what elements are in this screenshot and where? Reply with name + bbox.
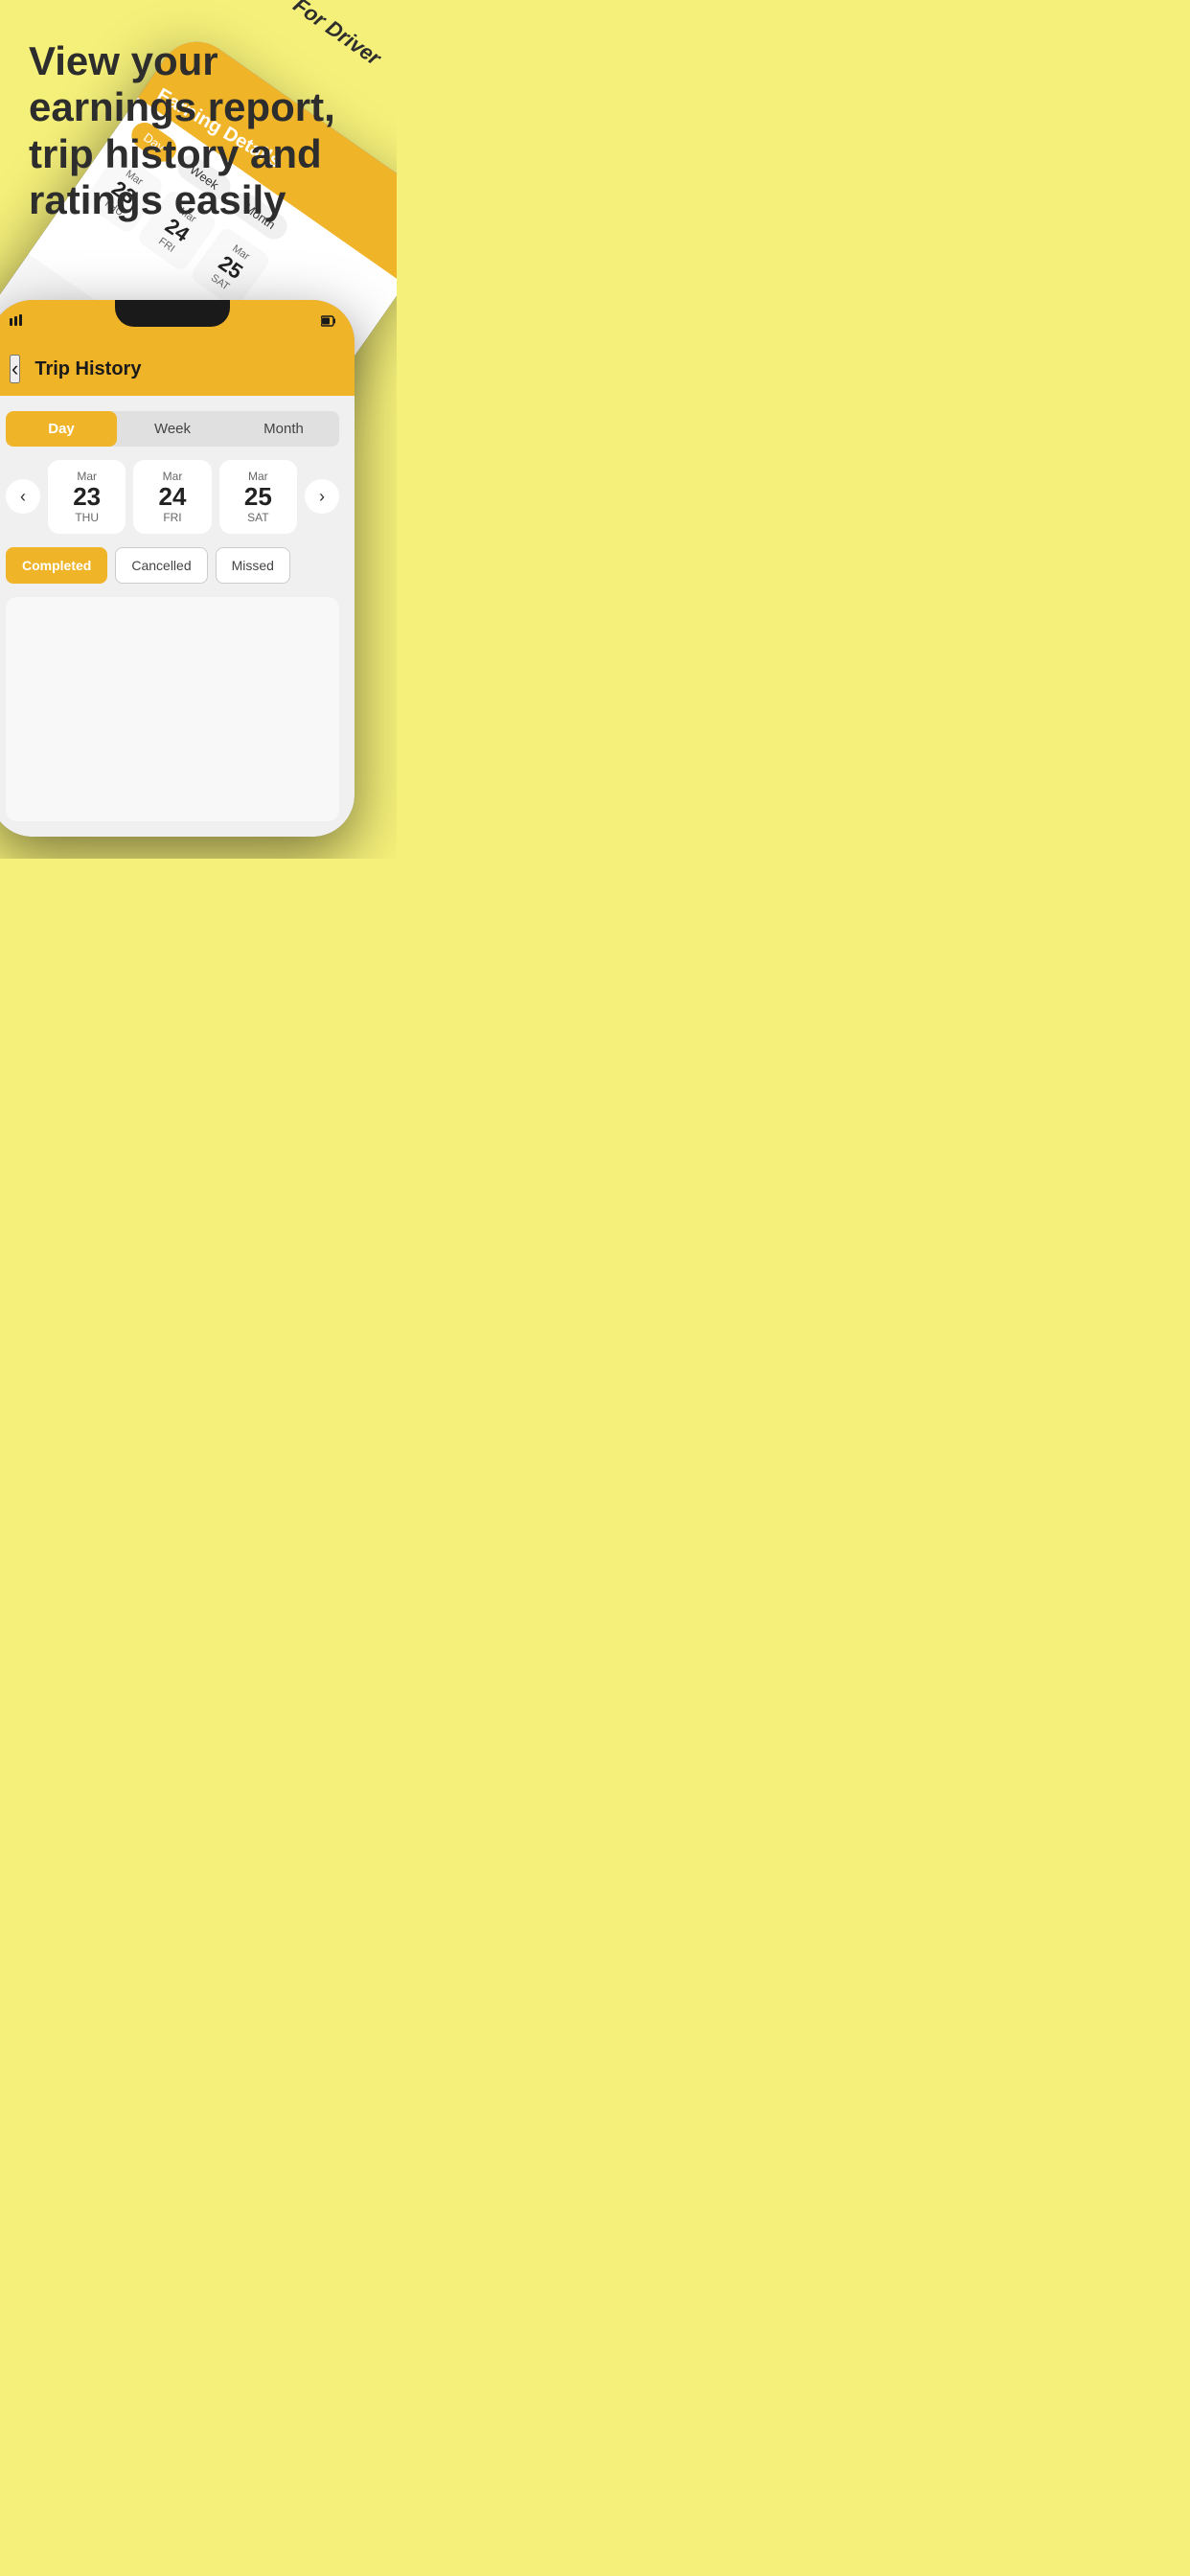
completed-tab[interactable]: Completed xyxy=(6,547,107,584)
status-tabs: Completed Cancelled Missed xyxy=(6,547,339,584)
battery-status-icon xyxy=(321,315,335,327)
prev-date-btn[interactable]: ‹ xyxy=(6,479,40,514)
period-filter: Day Week Month xyxy=(6,411,339,447)
date-card-fri[interactable]: Mar 24 FRI xyxy=(133,460,211,534)
date-cards: Mar 23 THU Mar 24 FRI Mar 25 xyxy=(48,460,297,534)
cancelled-tab[interactable]: Cancelled xyxy=(115,547,207,584)
front-phone-inner: 9:41 ‹ Trip History xyxy=(0,300,355,837)
missed-tab[interactable]: Missed xyxy=(216,547,290,584)
date-label-2: SAT xyxy=(235,511,282,524)
period-day-btn[interactable]: Day xyxy=(6,411,117,447)
date-label-0: THU xyxy=(63,511,110,524)
phone-notch xyxy=(115,300,230,327)
status-time xyxy=(10,314,67,329)
trips-list-area xyxy=(6,597,339,821)
date-card-sat[interactable]: Mar 25 SAT xyxy=(219,460,297,534)
period-month-btn[interactable]: Month xyxy=(228,411,339,447)
period-week-btn[interactable]: Week xyxy=(117,411,228,447)
date-month-0: Mar xyxy=(63,470,110,483)
date-day-0: 23 xyxy=(63,483,110,511)
status-right xyxy=(321,315,335,327)
page-container: For Driver View your earnings report, tr… xyxy=(0,0,397,859)
back-button[interactable]: ‹ xyxy=(10,355,20,383)
date-day-2: 25 xyxy=(235,483,282,511)
signal-wifi-icon xyxy=(10,314,67,326)
front-phone: 9:41 ‹ Trip History xyxy=(0,300,355,837)
app-content: Day Week Month ‹ Mar 23 THU xyxy=(0,396,355,837)
header-section: For Driver View your earnings report, tr… xyxy=(0,0,397,242)
date-selector: ‹ Mar 23 THU Mar 24 FRI xyxy=(6,460,339,534)
next-date-btn[interactable]: › xyxy=(305,479,339,514)
header-title: View your earnings report, trip history … xyxy=(29,38,368,223)
app-title: Trip History xyxy=(34,358,141,380)
date-month-1: Mar xyxy=(149,470,195,483)
date-label-1: FRI xyxy=(149,511,195,524)
date-month-2: Mar xyxy=(235,470,282,483)
date-day-1: 24 xyxy=(149,483,195,511)
phones-container: Earning Details Day Week Month Mar 23 xyxy=(0,242,397,837)
date-card-thu[interactable]: Mar 23 THU xyxy=(48,460,126,534)
app-header: ‹ Trip History xyxy=(0,342,355,396)
